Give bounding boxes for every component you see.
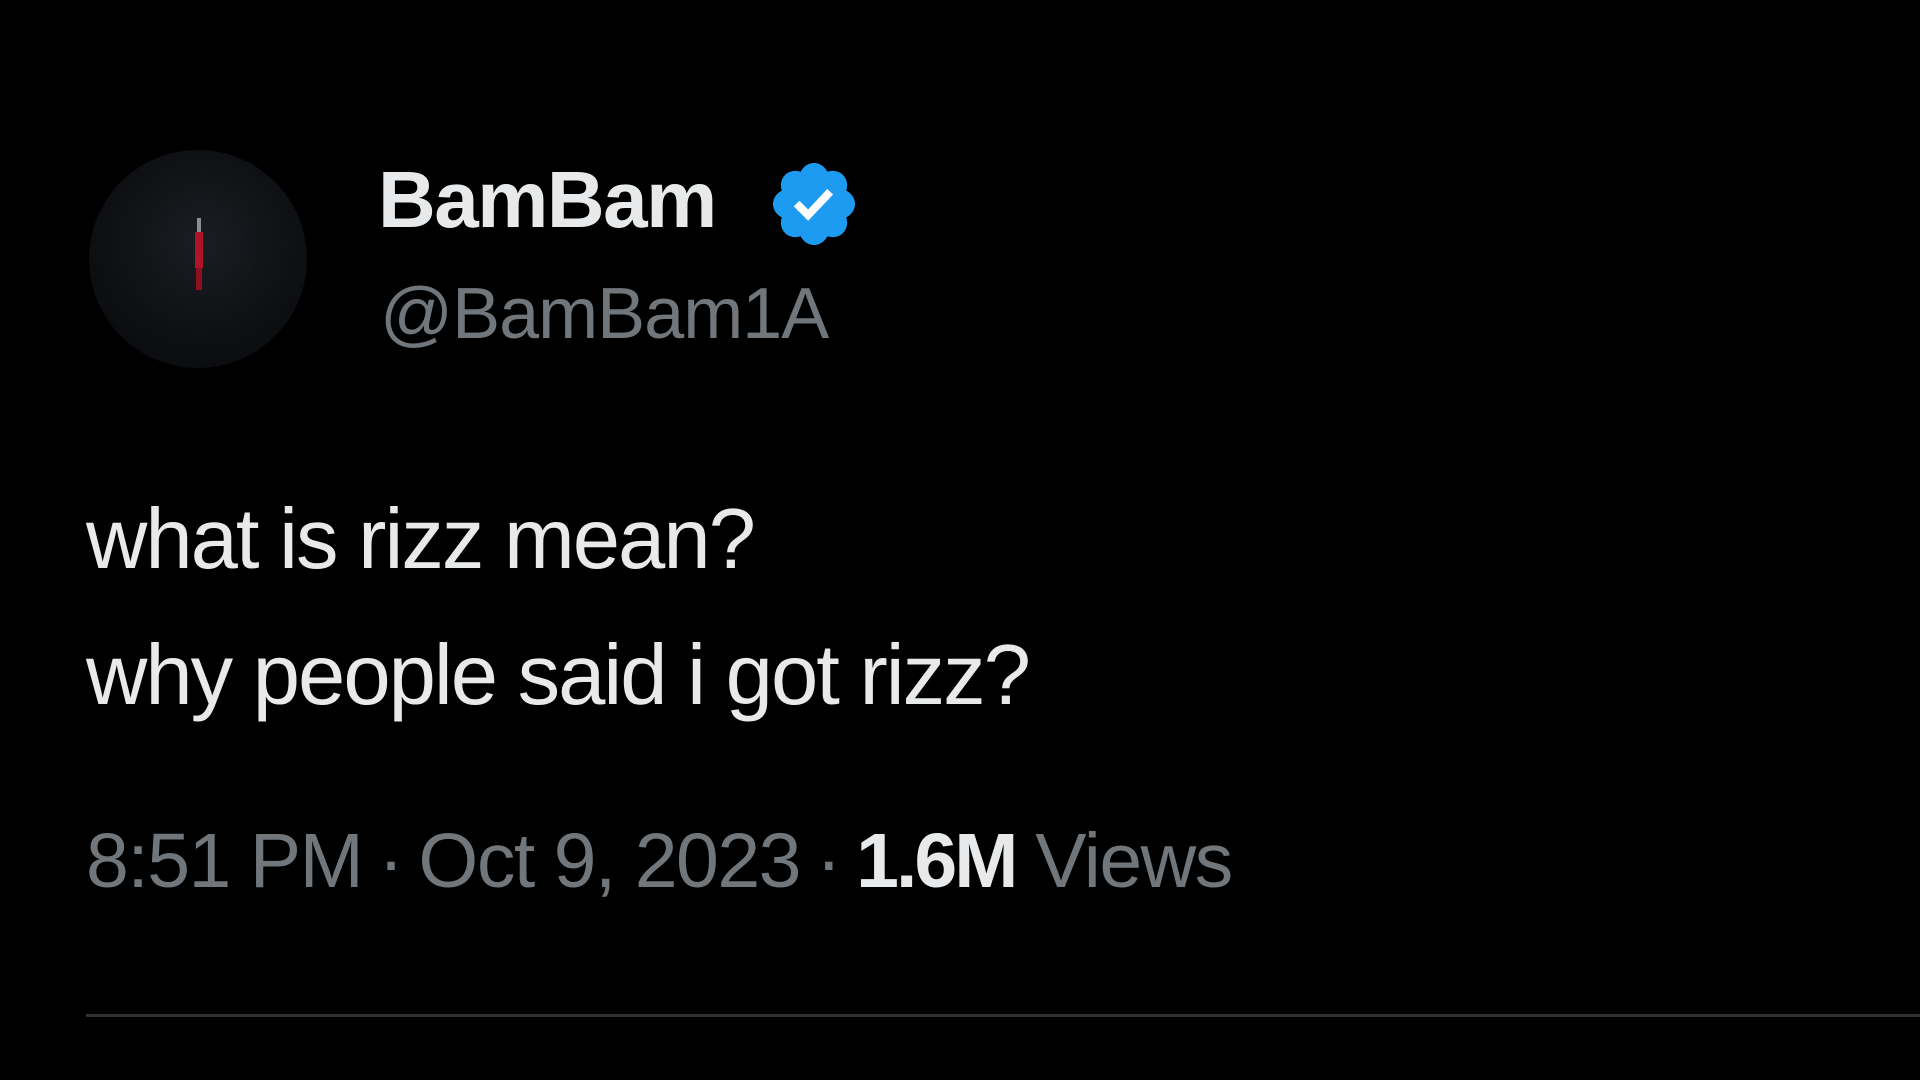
avatar-figure xyxy=(195,218,203,290)
tweet-time[interactable]: 8:51 PM xyxy=(86,818,364,904)
separator-dot: · xyxy=(378,818,404,904)
tweet-card: BamBam @BamBam1A what is rizz mean? why … xyxy=(0,0,1920,1080)
tweet-text-line: what is rizz mean? xyxy=(86,492,756,587)
verified-badge-icon[interactable] xyxy=(766,156,862,252)
avatar[interactable] xyxy=(89,150,307,368)
views-label: Views xyxy=(1035,818,1233,904)
tweet-text-line: why people said i got rizz? xyxy=(86,628,1031,723)
display-name[interactable]: BamBam xyxy=(378,160,717,240)
divider xyxy=(86,1014,1920,1017)
tweet-text: what is rizz mean? why people said i got… xyxy=(86,472,1031,744)
tweet-metadata: 8:51 PM · Oct 9, 2023 · 1.6M Views xyxy=(86,823,1233,900)
tweet-date[interactable]: Oct 9, 2023 xyxy=(418,818,801,904)
separator-dot: · xyxy=(816,818,842,904)
author-handle[interactable]: @BamBam1A xyxy=(380,278,829,350)
views-count[interactable]: 1.6M xyxy=(856,818,1018,904)
